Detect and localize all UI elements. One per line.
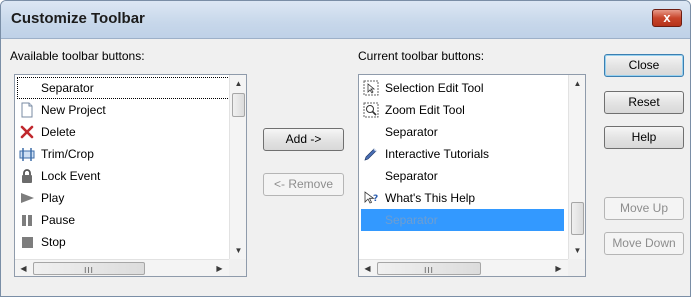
delete-icon xyxy=(19,124,35,140)
list-item-label: Zoom Edit Tool xyxy=(385,103,465,117)
new-project-icon xyxy=(19,102,35,118)
scroll-thumb[interactable] xyxy=(232,93,245,117)
scroll-right-arrow-icon[interactable]: ▶ xyxy=(550,260,567,277)
stop-icon xyxy=(19,234,35,250)
list-item-label: Separator xyxy=(385,125,438,139)
lock-icon xyxy=(19,168,35,184)
pause-icon xyxy=(19,212,35,228)
scroll-left-arrow-icon[interactable]: ◀ xyxy=(359,260,376,277)
list-item-label: Delete xyxy=(41,125,76,139)
scrollbar-corner xyxy=(568,259,585,276)
list-item-separator-selected[interactable]: Separator xyxy=(361,209,564,231)
list-item-label: Play xyxy=(41,191,65,205)
list-item-label: Separator xyxy=(41,81,94,95)
available-buttons-label: Available toolbar buttons: xyxy=(10,49,145,63)
scroll-up-arrow-icon[interactable]: ▲ xyxy=(230,75,247,92)
list-item-separator[interactable]: Separator xyxy=(17,77,230,99)
customize-toolbar-dialog: Customize Toolbar x Available toolbar bu… xyxy=(0,0,691,297)
current-buttons-list[interactable]: Selection Edit Tool Zoom Edit Tool Separ… xyxy=(358,74,586,277)
scroll-thumb[interactable] xyxy=(571,202,584,235)
list-item-label: Selection Edit Tool xyxy=(385,81,484,95)
list-item-label: Separator xyxy=(385,213,438,227)
list-item-label: Separator xyxy=(385,169,438,183)
available-vertical-scrollbar[interactable]: ▲ ▼ xyxy=(229,75,246,259)
reset-button[interactable]: Reset xyxy=(604,91,684,114)
list-item-label: Pause xyxy=(41,213,76,227)
remove-button[interactable]: <- Remove xyxy=(263,173,344,196)
horizontal-scroll-thumb[interactable]: III xyxy=(377,262,481,275)
current-vertical-scrollbar[interactable]: ▲ ▼ xyxy=(568,75,585,259)
scroll-grip-icon: III xyxy=(84,266,94,275)
scroll-right-arrow-icon[interactable]: ▶ xyxy=(211,260,228,277)
move-up-button[interactable]: Move Up xyxy=(604,197,684,220)
selection-edit-tool-icon xyxy=(363,80,379,96)
whats-this-help-icon: ? xyxy=(363,190,379,206)
current-buttons-label: Current toolbar buttons: xyxy=(358,49,485,63)
title-bar[interactable]: Customize Toolbar x xyxy=(1,1,690,39)
help-button[interactable]: Help xyxy=(604,126,684,149)
scrollbar-corner xyxy=(229,259,246,276)
list-item-label: Stop xyxy=(41,235,66,249)
trim-crop-icon xyxy=(19,146,35,162)
scroll-grip-icon: III xyxy=(424,266,434,275)
svg-text:?: ? xyxy=(373,194,378,204)
current-horizontal-scrollbar[interactable]: ◀ III ▶ xyxy=(359,259,568,276)
list-item-label: What's This Help xyxy=(385,191,476,205)
scroll-down-arrow-icon[interactable]: ▼ xyxy=(569,242,586,259)
close-window-button[interactable]: x xyxy=(652,9,682,27)
horizontal-scroll-thumb[interactable]: III xyxy=(33,262,145,275)
available-buttons-list[interactable]: Separator New Project Delete Trim/Crop L… xyxy=(14,74,247,277)
scroll-down-arrow-icon[interactable]: ▼ xyxy=(230,242,247,259)
close-button[interactable]: Close xyxy=(604,54,684,77)
dialog-title: Customize Toolbar xyxy=(11,10,145,27)
add-button[interactable]: Add -> xyxy=(263,128,344,151)
list-item-label: New Project xyxy=(41,103,106,117)
play-icon xyxy=(19,190,35,206)
list-item-label: Trim/Crop xyxy=(41,147,94,161)
zoom-edit-tool-icon xyxy=(363,102,379,118)
scroll-left-arrow-icon[interactable]: ◀ xyxy=(15,260,32,277)
move-down-button[interactable]: Move Down xyxy=(604,232,684,255)
scroll-up-arrow-icon[interactable]: ▲ xyxy=(569,75,586,92)
interactive-tutorials-icon xyxy=(363,146,379,162)
list-item-label: Lock Event xyxy=(41,169,101,183)
list-item-label: Interactive Tutorials xyxy=(385,147,490,161)
available-horizontal-scrollbar[interactable]: ◀ III ▶ xyxy=(15,259,229,276)
